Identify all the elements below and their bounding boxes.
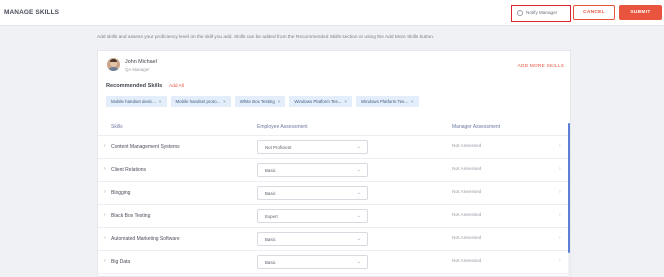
help-text: Add skills and assess your proficiency l… — [97, 35, 435, 40]
skills-column-header: Skills — [111, 124, 123, 130]
chevron-right-icon[interactable]: › — [104, 235, 106, 241]
skill-name: Big Data — [111, 259, 131, 265]
user-role: QA Manager — [125, 67, 150, 72]
close-icon[interactable]: × — [411, 96, 414, 107]
table-row[interactable]: › Black Box Testing Expert ⌄ Not Assessed… — [98, 205, 572, 228]
chevron-right-icon[interactable]: › — [559, 235, 561, 241]
employee-assessment-select[interactable]: Basic ⌄ — [257, 255, 368, 269]
employee-assessment-select[interactable]: Basic ⌄ — [257, 232, 368, 246]
chevron-right-icon[interactable]: › — [559, 143, 561, 149]
employee-assessment-header: Employee Assessment — [257, 124, 308, 130]
skill-name: Client Relations — [111, 167, 147, 173]
chevron-right-icon[interactable]: › — [559, 258, 561, 264]
table-row[interactable]: › Blogging Basic ⌄ Not Assessed › — [98, 182, 572, 205]
chevron-down-icon: ⌄ — [356, 236, 361, 242]
user-name: John Michael — [125, 59, 157, 65]
manager-assessment-value: Not Assessed — [452, 144, 482, 149]
manager-assessment-value: Not Assessed — [452, 236, 482, 241]
skill-chip[interactable]: Windows Platform Tes... × — [289, 96, 352, 107]
page-title: MANAGE SKILLS — [4, 9, 60, 16]
skills-card: John Michael QA Manager ADD MORE SKILLS … — [97, 50, 572, 277]
employee-assessment-select[interactable]: Basic ⌄ — [257, 163, 368, 177]
manager-assessment-value: Not Assessed — [452, 167, 482, 172]
employee-assessment-select[interactable]: Basic ⌄ — [257, 186, 368, 200]
table-header: Skills Employee Assessment Manager Asses… — [98, 119, 572, 136]
add-more-skills-button[interactable]: ADD MORE SKILLS — [518, 64, 564, 69]
employee-assessment-select[interactable]: Not Proficient ⌄ — [257, 140, 368, 154]
table-row[interactable]: › Content Management Systems Not Profici… — [98, 136, 572, 159]
manager-assessment-header: Manager Assessment — [452, 124, 501, 130]
add-all-link[interactable]: Add All — [169, 84, 184, 89]
chevron-right-icon[interactable]: › — [104, 166, 106, 172]
chevron-down-icon: ⌄ — [356, 144, 361, 150]
skill-name: Black Box Testing — [111, 213, 151, 219]
notify-manager-label: Notify Manager — [526, 10, 558, 15]
top-bar: MANAGE SKILLS Notify Manager CANCEL SUBM… — [0, 0, 664, 26]
manager-assessment-value: Not Assessed — [452, 213, 482, 218]
chevron-down-icon: ⌄ — [356, 213, 361, 219]
chevron-right-icon[interactable]: › — [104, 143, 106, 149]
skill-name: Content Management Systems — [111, 144, 180, 150]
table-row[interactable]: › Automated Marketing Software Basic ⌄ No… — [98, 228, 572, 251]
recommended-chips: Mobile handset devic... × Mobile handset … — [106, 96, 423, 107]
skill-name: Automated Marketing Software — [111, 236, 180, 242]
skill-chip[interactable]: Mobile handset proto... × — [170, 96, 231, 107]
skill-chip[interactable]: White Box Testing × — [234, 96, 286, 107]
skill-chip[interactable]: Mobile handset devic... × — [106, 96, 167, 107]
clock-icon — [517, 10, 523, 16]
notify-manager-toggle[interactable]: Notify Manager — [511, 5, 571, 22]
chevron-down-icon: ⌄ — [356, 259, 361, 265]
close-icon[interactable]: × — [223, 96, 226, 107]
close-icon[interactable]: × — [159, 96, 162, 107]
manager-assessment-value: Not Assessed — [452, 259, 482, 264]
table-row[interactable]: › Client Relations Basic ⌄ Not Assessed › — [98, 159, 572, 182]
scrollbar-thumb[interactable] — [568, 123, 570, 253]
employee-assessment-select[interactable]: Expert ⌄ — [257, 209, 368, 223]
chevron-right-icon[interactable]: › — [559, 212, 561, 218]
chevron-right-icon[interactable]: › — [559, 166, 561, 172]
chevron-right-icon[interactable]: › — [559, 189, 561, 195]
skill-name: Blogging — [111, 190, 131, 196]
manager-assessment-value: Not Assessed — [452, 190, 482, 195]
table-row[interactable]: › Big Data Basic ⌄ Not Assessed › — [98, 251, 572, 274]
chevron-right-icon[interactable]: › — [104, 212, 106, 218]
close-icon[interactable]: × — [344, 96, 347, 107]
avatar — [107, 58, 120, 71]
submit-button[interactable]: SUBMIT — [619, 5, 662, 20]
cancel-button[interactable]: CANCEL — [573, 5, 615, 20]
skill-chip[interactable]: Windows Platform Tes... × — [355, 96, 419, 107]
chevron-down-icon: ⌄ — [356, 167, 361, 173]
close-icon[interactable]: × — [278, 96, 281, 107]
chevron-right-icon[interactable]: › — [104, 258, 106, 264]
chevron-right-icon[interactable]: › — [104, 189, 106, 195]
chevron-down-icon: ⌄ — [356, 190, 361, 196]
recommended-skills-title: Recommended Skills — [106, 83, 163, 89]
